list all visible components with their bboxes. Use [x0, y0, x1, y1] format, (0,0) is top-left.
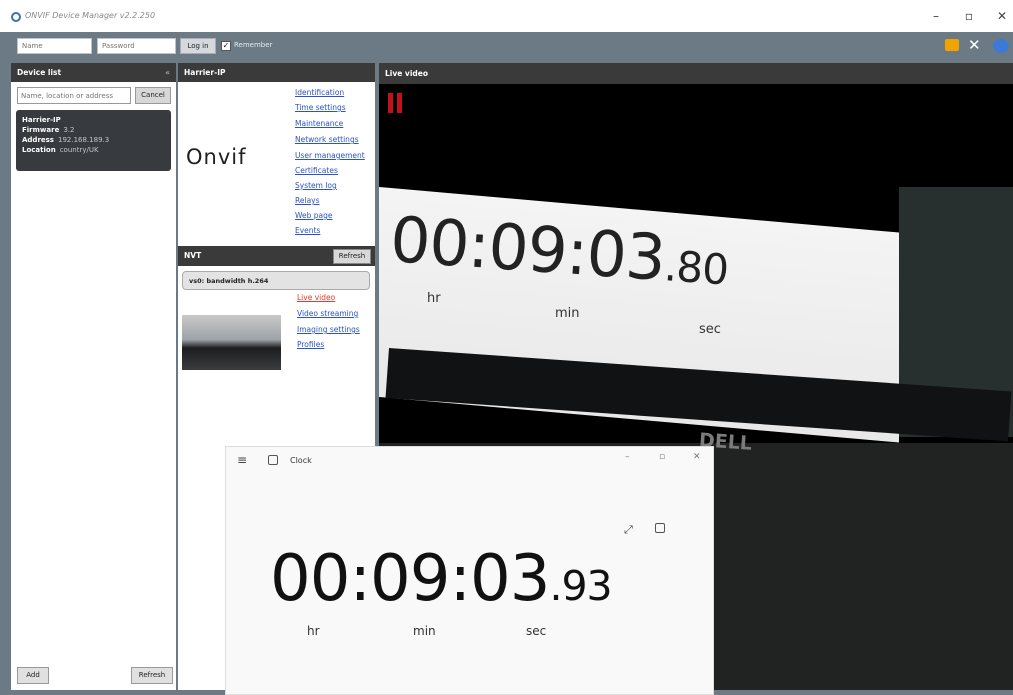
globe-icon[interactable] — [993, 39, 1009, 53]
device-search-input[interactable] — [17, 87, 131, 104]
link-network-settings[interactable]: Network settings — [295, 135, 359, 144]
remember-label: Remember — [234, 41, 273, 49]
device-details-title: Harrier-IP — [184, 68, 226, 77]
device-details-header: Harrier-IP — [178, 63, 375, 82]
link-time-settings[interactable]: Time settings — [295, 103, 346, 112]
firmware-label: Firmware — [22, 126, 60, 134]
live-video-header: Live video — [379, 63, 1013, 84]
clock-app-icon — [268, 455, 278, 465]
add-button[interactable]: Add — [17, 667, 49, 684]
clock-unit-min: min — [413, 624, 436, 638]
link-imaging-settings[interactable]: Imaging settings — [297, 325, 360, 334]
tools-icon[interactable]: ✕ — [968, 36, 981, 54]
clock-stopwatch-time: 00:09:03.93 — [270, 542, 613, 616]
link-video-streaming[interactable]: Video streaming — [297, 309, 358, 318]
pause-icon[interactable] — [388, 93, 403, 113]
link-system-log[interactable]: System log — [295, 181, 337, 190]
link-certificates[interactable]: Certificates — [295, 166, 338, 175]
video-unit-hr: hr — [427, 291, 441, 306]
video-unit-sec: sec — [699, 322, 721, 337]
nvt-title: NVT — [184, 251, 202, 260]
video-thumbnail[interactable] — [182, 315, 281, 370]
device-name: Harrier-IP — [22, 116, 61, 124]
clock-unit-hr: hr — [307, 624, 320, 638]
password-input[interactable] — [97, 38, 176, 54]
live-video-title: Live video — [385, 69, 429, 78]
stream-selector[interactable]: vs0: bandwidth h.264 — [182, 271, 370, 290]
window-title: ONVIF Device Manager v2.2.250 — [25, 11, 156, 20]
expand-icon[interactable]: ⤢ — [624, 523, 633, 537]
folder-icon[interactable] — [945, 39, 959, 51]
device-list-title: Device list — [17, 68, 62, 77]
link-profiles[interactable]: Profiles — [297, 340, 324, 349]
link-relays[interactable]: Relays — [295, 196, 320, 205]
minimize-button[interactable]: – — [923, 6, 949, 26]
name-input[interactable] — [17, 38, 92, 54]
address-value: 192.168.189.3 — [57, 136, 110, 144]
location-value: country/UK — [59, 146, 99, 154]
clock-title: Clock — [290, 456, 312, 465]
device-list-header: Device list — [11, 63, 176, 82]
link-live-video[interactable]: Live video — [297, 293, 335, 302]
cancel-button[interactable]: Cancel — [135, 87, 171, 104]
collapse-icon[interactable]: « — [165, 68, 170, 77]
link-user-management[interactable]: User management — [295, 151, 365, 160]
video-time-fraction: .80 — [662, 241, 730, 295]
toolbar: Log in ✓ Remember — [0, 32, 1013, 61]
clock-unit-sec: sec — [526, 624, 547, 638]
remember-checkbox[interactable]: ✓ — [221, 41, 231, 51]
clock-minimize-button[interactable]: – — [625, 452, 630, 462]
link-events[interactable]: Events — [295, 226, 320, 235]
clock-time-fraction: .93 — [549, 562, 612, 610]
device-list-panel: Device list « Cancel Harrier-IP Firmware… — [11, 63, 176, 690]
address-label: Address — [22, 136, 54, 144]
clock-close-button[interactable]: ✕ — [693, 452, 701, 462]
refresh-button[interactable]: Refresh — [131, 667, 173, 684]
app-logo-icon — [11, 12, 21, 22]
login-button[interactable]: Log in — [180, 38, 216, 54]
onvif-logo: Onvif — [186, 145, 247, 169]
clock-window: ≡ Clock – ▫ ✕ ⤢ 00:09:03.93 hr min sec — [225, 446, 714, 695]
clock-time-main: 00:09:03 — [270, 542, 550, 616]
firmware-value: 3.2 — [63, 126, 75, 134]
title-bar: ONVIF Device Manager v2.2.250 – ▫ ✕ — [0, 0, 1013, 32]
close-button[interactable]: ✕ — [989, 6, 1013, 26]
device-card[interactable]: Harrier-IP Firmware 3.2 Address 192.168.18… — [16, 110, 171, 171]
pin-icon[interactable] — [655, 523, 665, 533]
link-identification[interactable]: Identification — [295, 88, 344, 97]
link-web-page[interactable]: Web page — [295, 211, 332, 220]
link-maintenance[interactable]: Maintenance — [295, 119, 343, 128]
location-label: Location — [22, 146, 56, 154]
nvt-refresh-button[interactable]: Refresh — [333, 249, 371, 264]
menu-icon[interactable]: ≡ — [237, 453, 247, 467]
video-unit-min: min — [555, 306, 580, 321]
clock-maximize-button[interactable]: ▫ — [659, 452, 665, 462]
maximize-button[interactable]: ▫ — [956, 6, 982, 26]
